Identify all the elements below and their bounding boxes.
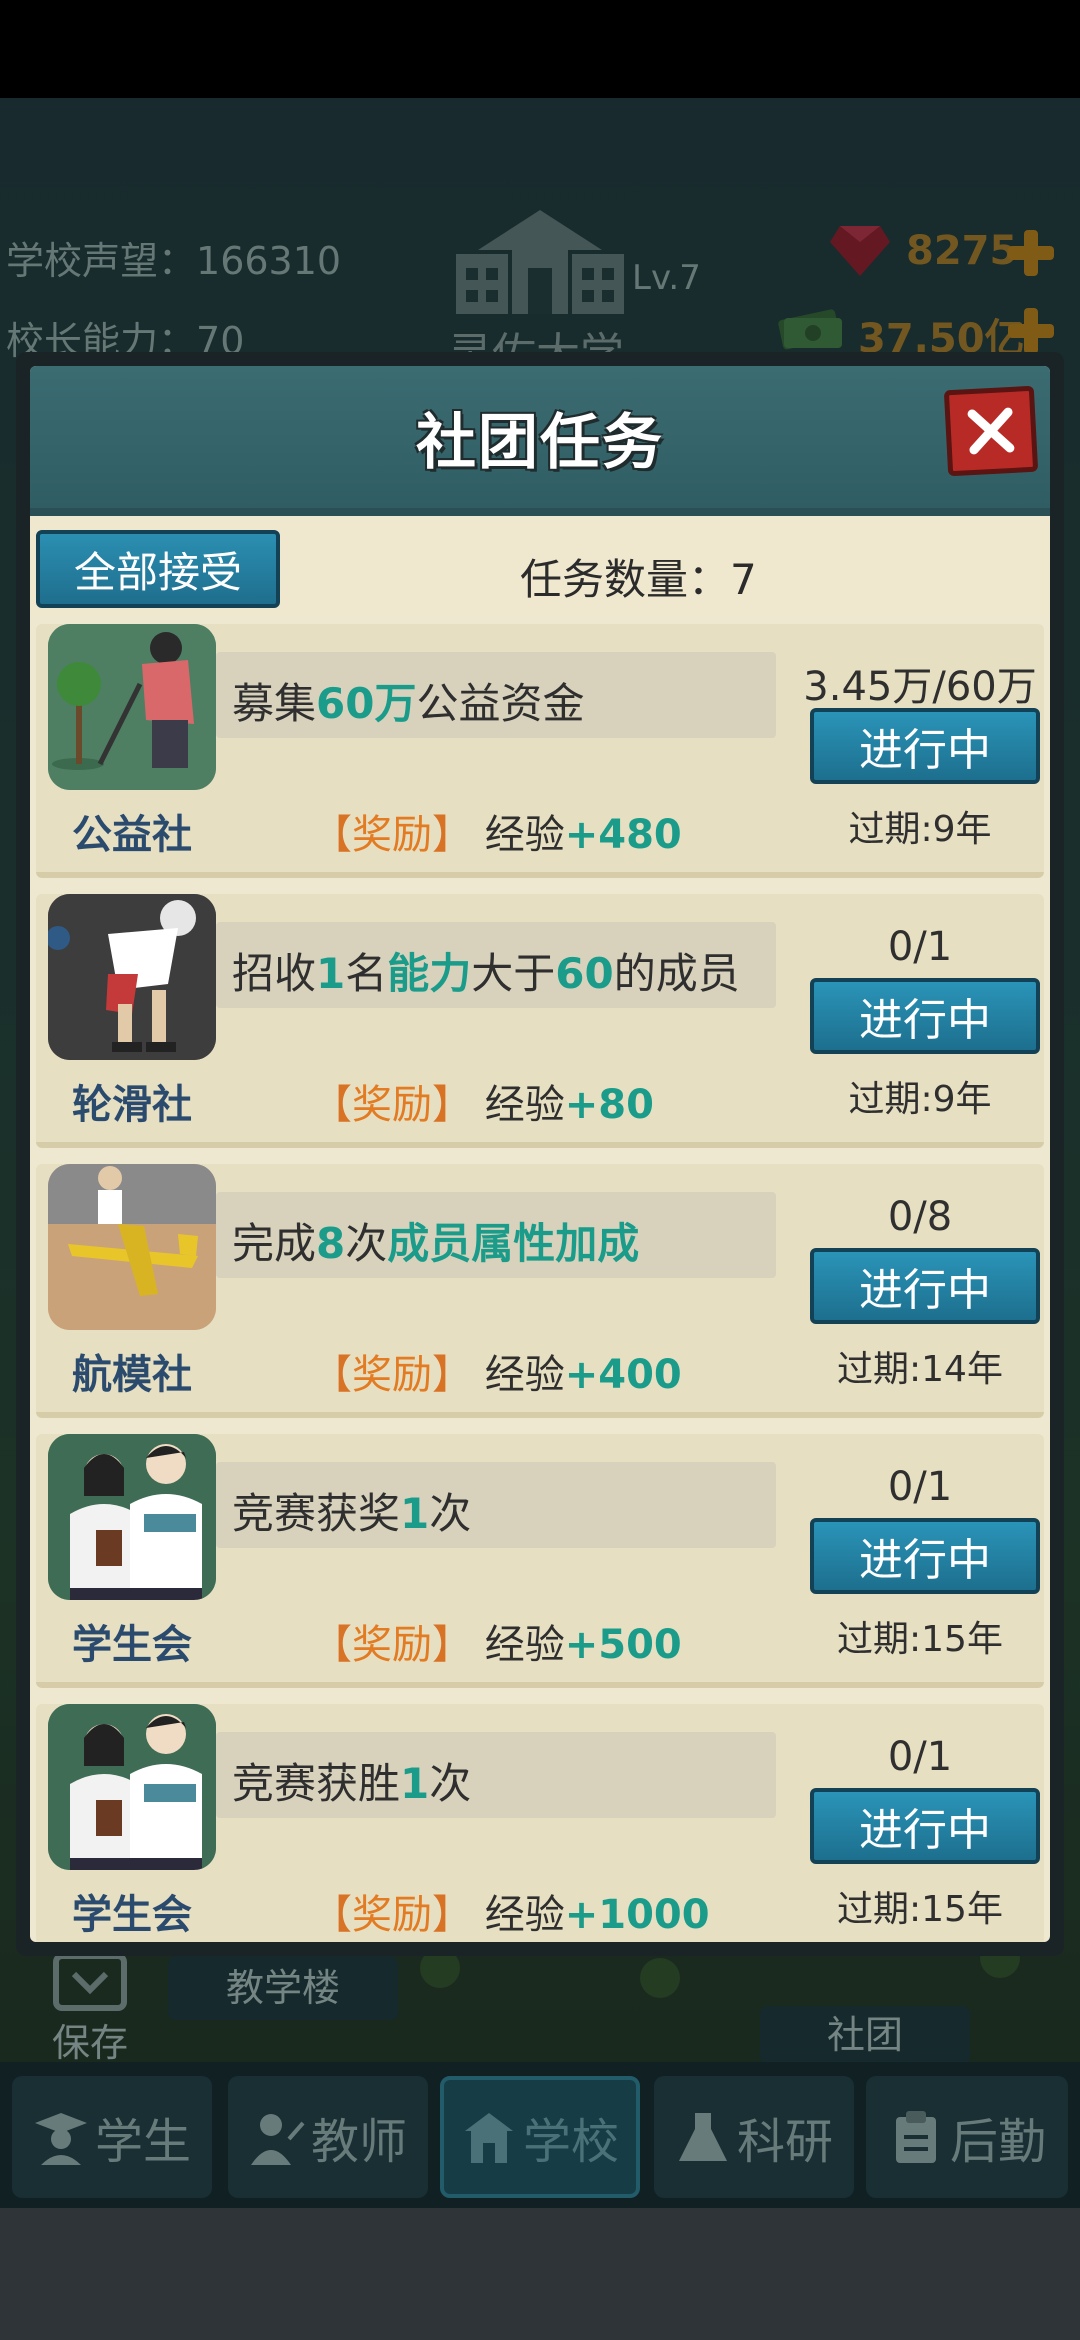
task-reward: 【奖励】 经验+80	[312, 1082, 654, 1128]
skating-club-image	[48, 894, 216, 1060]
task-count-value: 7	[730, 555, 757, 604]
reward-value: +1000	[564, 1892, 710, 1938]
task-description: 募集60万公益资金	[232, 670, 584, 731]
student-council-image	[48, 1704, 216, 1870]
task-expiry: 过期:9年	[848, 1079, 992, 1120]
reward-prefix: 经验	[484, 1622, 565, 1668]
close-button[interactable]	[943, 385, 1039, 477]
club-name: 学生会	[72, 1622, 192, 1668]
reward-label: 奖励	[352, 1622, 432, 1668]
reward-value: +400	[564, 1352, 682, 1398]
task-description: 完成8次成员属性加成	[232, 1210, 639, 1271]
reward-prefix: 经验	[484, 1352, 565, 1398]
task-list: 公益社 募集60万公益资金 【奖励】 经验+480 3.45万/60万 进行中 …	[36, 624, 1044, 1942]
task-progress: 0/1	[887, 1734, 953, 1780]
task-expiry: 过期:9年	[848, 809, 992, 850]
desc-text: 次	[345, 1219, 388, 1268]
task-reward: 【奖励】 经验+1000	[312, 1892, 710, 1938]
status-label: 进行中	[859, 1535, 991, 1586]
task-card: 轮滑社 招收1名能力大于60的成员 【奖励】 经验+80 0/1 进行中 过期:…	[36, 894, 1044, 1148]
desc-text: 次	[429, 1489, 472, 1538]
task-progress: 0/1	[887, 1464, 953, 1510]
task-progress: 0/8	[887, 1194, 953, 1240]
desc-text: 招收	[232, 949, 317, 998]
task-reward: 【奖励】 经验+480	[312, 812, 682, 858]
status-label: 进行中	[859, 1805, 991, 1856]
desc-highlight: 能力	[387, 949, 472, 998]
in-progress-button[interactable]: 进行中	[810, 1518, 1040, 1594]
modal-toolbar: 全部接受 任务数量：7	[30, 516, 1050, 616]
desc-text: 名	[345, 949, 388, 998]
desc-text: 竞赛获胜	[232, 1759, 401, 1808]
status-bar	[0, 0, 1080, 98]
task-count-label: 任务数量：	[520, 555, 731, 604]
in-progress-button[interactable]: 进行中	[810, 978, 1040, 1054]
desc-highlight: 8	[316, 1219, 346, 1268]
task-card: 公益社 募集60万公益资金 【奖励】 经验+480 3.45万/60万 进行中 …	[36, 624, 1044, 878]
task-card: 航模社 完成8次成员属性加成 【奖励】 经验+400 0/8 进行中 过期:14…	[36, 1164, 1044, 1418]
in-progress-button[interactable]: 进行中	[810, 1788, 1040, 1864]
desc-highlight: 成员属性加成	[387, 1219, 640, 1268]
accept-all-button[interactable]: 全部接受	[36, 530, 280, 608]
desc-text: 竞赛获奖	[232, 1489, 401, 1538]
reward-value: +500	[564, 1622, 682, 1668]
status-label: 进行中	[859, 995, 991, 1046]
in-progress-button[interactable]: 进行中	[810, 708, 1040, 784]
modal-header: 社团任务	[30, 366, 1050, 516]
model-aircraft-club-image	[48, 1164, 216, 1330]
desc-text: 完成	[232, 1219, 317, 1268]
task-card: 学生会 竞赛获奖1次 【奖励】 经验+500 0/1 进行中 过期:15年	[36, 1434, 1044, 1688]
close-icon	[967, 407, 1015, 455]
reward-prefix: 经验	[484, 812, 565, 858]
reward-label: 奖励	[352, 1892, 432, 1938]
desc-highlight: 60	[555, 949, 614, 998]
reward-value: +480	[564, 812, 682, 858]
task-reward: 【奖励】 经验+500	[312, 1622, 682, 1668]
task-expiry: 过期:15年	[837, 1619, 1003, 1660]
student-council-image	[48, 1434, 216, 1600]
desc-text: 的成员	[613, 949, 740, 998]
desc-highlight: 1	[400, 1489, 430, 1538]
club-name: 航模社	[72, 1352, 192, 1398]
reward-prefix: 经验	[484, 1082, 565, 1128]
modal-body: 社团任务 全部接受 任务数量：7 公益社 募集60万公益资金 【奖励】 经验+4…	[30, 366, 1050, 1942]
reward-label: 奖励	[352, 812, 432, 858]
reward-label: 奖励	[352, 1352, 432, 1398]
task-expiry: 过期:15年	[837, 1889, 1003, 1930]
desc-text: 公益资金	[416, 679, 585, 728]
task-expiry: 过期:14年	[837, 1349, 1003, 1390]
accept-all-label: 全部接受	[73, 547, 242, 597]
status-label: 进行中	[859, 725, 991, 776]
in-progress-button[interactable]: 进行中	[810, 1248, 1040, 1324]
reward-label: 奖励	[352, 1082, 432, 1128]
task-description: 竞赛获奖1次	[232, 1480, 471, 1541]
desc-text: 募集	[232, 679, 317, 728]
task-count: 任务数量：7	[520, 546, 757, 607]
desc-highlight: 60万	[316, 679, 417, 728]
club-tasks-modal: 社团任务 全部接受 任务数量：7 公益社 募集60万公益资金 【奖励】 经验+4…	[16, 352, 1064, 1956]
task-description: 竞赛获胜1次	[232, 1750, 471, 1811]
club-name: 轮滑社	[72, 1082, 192, 1128]
desc-text: 大于	[471, 949, 556, 998]
modal-title: 社团任务	[416, 408, 664, 478]
desc-text: 次	[429, 1759, 472, 1808]
club-name: 公益社	[72, 812, 192, 858]
task-description: 招收1名能力大于60的成员	[232, 940, 740, 1001]
task-progress: 0/1	[887, 924, 953, 970]
task-progress: 3.45万/60万	[803, 664, 1037, 710]
status-label: 进行中	[859, 1265, 991, 1316]
reward-prefix: 经验	[484, 1892, 565, 1938]
reward-value: +80	[564, 1082, 654, 1128]
system-nav-area	[0, 2208, 1080, 2340]
charity-club-image	[48, 624, 216, 790]
task-card: 学生会 竞赛获胜1次 【奖励】 经验+1000 0/1 进行中 过期:15年	[36, 1704, 1044, 1942]
desc-highlight: 1	[316, 949, 346, 998]
task-reward: 【奖励】 经验+400	[312, 1352, 682, 1398]
club-name: 学生会	[72, 1892, 192, 1938]
desc-highlight: 1	[400, 1759, 430, 1808]
